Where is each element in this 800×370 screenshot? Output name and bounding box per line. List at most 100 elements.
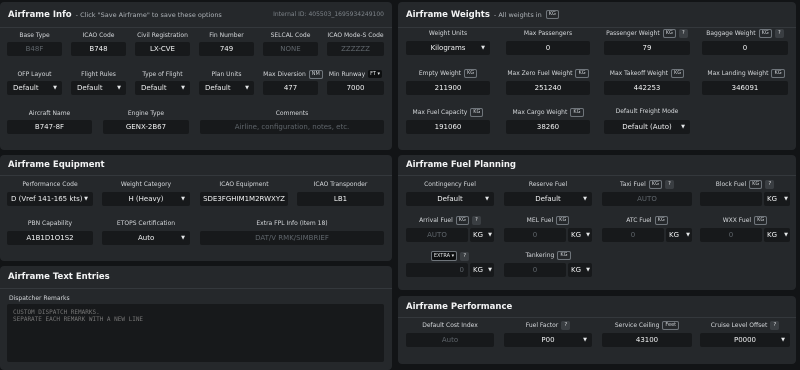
engine-type-field[interactable]: GENX-2B67 bbox=[103, 120, 189, 134]
mlw-field[interactable]: 346091 bbox=[702, 81, 788, 95]
passenger-weight-field[interactable]: 79 bbox=[604, 41, 690, 55]
kg-unit-tag: KG bbox=[575, 69, 589, 78]
max-diversion-field[interactable]: 477 bbox=[263, 81, 318, 95]
kg-unit-tag: KG bbox=[749, 180, 763, 189]
selcal-field[interactable]: NONE bbox=[263, 42, 318, 56]
panel-title: Airframe Weights bbox=[406, 9, 490, 20]
panel-title: Airframe Fuel Planning bbox=[406, 160, 516, 170]
mzfw-label: Max Zero Fuel Weight KG bbox=[502, 69, 594, 78]
chevron-down-icon: ▼ bbox=[586, 232, 590, 238]
wxx-label: WXX Fuel KG bbox=[700, 216, 790, 225]
atc-fuel-field[interactable]: 0 bbox=[602, 228, 664, 242]
kg-unit-tag: KG bbox=[654, 216, 668, 225]
mlw-label: Max Landing Weight KG bbox=[700, 69, 792, 78]
ofp-layout-select[interactable]: Default ▼ bbox=[7, 81, 62, 95]
chevron-down-icon: ▼ bbox=[181, 235, 185, 241]
help-icon[interactable]: ? bbox=[561, 321, 571, 330]
mel-unit-select[interactable]: KG ▼ bbox=[568, 228, 592, 242]
icao-transponder-field[interactable]: LB1 bbox=[297, 192, 384, 206]
min-runway-field[interactable]: 7000 bbox=[327, 81, 384, 95]
comments-field[interactable]: Airline, configuration, notes, etc. bbox=[200, 120, 384, 134]
base-type-field[interactable]: B48F bbox=[7, 42, 62, 56]
tankering-unit-select[interactable]: KG ▼ bbox=[568, 263, 592, 277]
flight-rules-select[interactable]: Default ▼ bbox=[71, 81, 126, 95]
chevron-down-icon: ▼ bbox=[485, 196, 489, 202]
passenger-weight-label: Passenger Weight KG? bbox=[604, 29, 690, 38]
ceiling-field[interactable]: 43100 bbox=[602, 333, 692, 347]
help-icon[interactable]: ? bbox=[664, 180, 674, 189]
taxi-fuel-field[interactable]: AUTO bbox=[602, 192, 692, 206]
atc-unit-select[interactable]: KG ▼ bbox=[666, 228, 692, 242]
baggage-weight-field[interactable]: 0 bbox=[702, 41, 788, 55]
type-of-flight-select[interactable]: Default ▼ bbox=[135, 81, 190, 95]
chevron-down-icon: ▼ bbox=[53, 85, 57, 91]
dispatcher-remarks-label: Dispatcher Remarks bbox=[9, 295, 70, 302]
kg-unit-tag: KG bbox=[556, 216, 570, 225]
mel-fuel-field[interactable]: 0 bbox=[504, 228, 566, 242]
arrival-fuel-field[interactable]: AUTO bbox=[406, 228, 468, 242]
mtow-field[interactable]: 442253 bbox=[604, 81, 690, 95]
wxx-unit-select[interactable]: KG ▼ bbox=[764, 228, 790, 242]
weight-units-select[interactable]: Kilograms ▼ bbox=[406, 41, 490, 55]
ceiling-label: Service Ceiling Feet bbox=[602, 321, 692, 330]
wxx-fuel-field[interactable]: 0 bbox=[700, 228, 762, 242]
base-type-label: Base Type bbox=[19, 32, 50, 39]
pbn-field[interactable]: A1B1D1O1S2 bbox=[7, 231, 93, 245]
kg-unit-tag: KG bbox=[754, 216, 768, 225]
plan-units-select[interactable]: Default ▼ bbox=[199, 81, 254, 95]
dispatcher-remarks-textarea[interactable] bbox=[7, 304, 384, 362]
chevron-down-icon: ▼ bbox=[481, 45, 485, 51]
help-icon[interactable]: ? bbox=[774, 29, 784, 38]
max-cargo-field[interactable]: 38260 bbox=[506, 120, 590, 134]
chevron-down-icon: ▼ bbox=[784, 196, 788, 202]
nm-unit-tag[interactable]: NM bbox=[308, 70, 323, 79]
weight-cat-select[interactable]: H (Heavy) ▼ bbox=[102, 192, 190, 206]
aircraft-name-field[interactable]: B747-8F bbox=[7, 120, 92, 134]
cost-index-field[interactable]: Auto bbox=[406, 333, 494, 347]
mzfw-field[interactable]: 251240 bbox=[506, 81, 590, 95]
extra-fpl-field[interactable]: DAT/V RMK/SIMBRIEF bbox=[200, 231, 384, 245]
max-fuel-field[interactable]: 191060 bbox=[406, 120, 490, 134]
help-icon[interactable]: ? bbox=[460, 251, 470, 261]
extra-unit-select[interactable]: KG ▼ bbox=[470, 263, 494, 277]
chevron-down-icon: ▼ bbox=[488, 232, 492, 238]
extra-type-select[interactable]: EXTRA ▾ bbox=[430, 251, 458, 261]
fin-number-field[interactable]: 749 bbox=[199, 42, 254, 56]
perf-code-select[interactable]: D (Vref 141-165 kts) ▼ bbox=[7, 192, 93, 206]
chevron-down-icon: ▼ bbox=[681, 124, 685, 130]
mode-s-field[interactable]: ZZZZZZ bbox=[327, 42, 384, 56]
empty-weight-field[interactable]: 211900 bbox=[406, 81, 490, 95]
panel-header: Airframe Performance bbox=[398, 296, 796, 318]
cruise-offset-select[interactable]: P0000 ▼ bbox=[700, 333, 790, 347]
contingency-select[interactable]: Default ▼ bbox=[406, 192, 494, 206]
chevron-down-icon: ▼ bbox=[784, 232, 788, 238]
max-diversion-label: Max Diversion NM bbox=[263, 70, 323, 79]
max-passengers-field[interactable]: 0 bbox=[506, 41, 590, 55]
civil-reg-field[interactable]: LX-CVE bbox=[135, 42, 190, 56]
icao-equip-label: ICAO Equipment bbox=[219, 181, 269, 188]
freight-mode-select[interactable]: Default (Auto) ▼ bbox=[604, 120, 690, 134]
etops-label: ETOPS Certification bbox=[116, 220, 176, 227]
etops-select[interactable]: Auto ▼ bbox=[102, 231, 190, 245]
reserve-select[interactable]: Default ▼ bbox=[504, 192, 592, 206]
icao-equip-field[interactable]: SDE3FGHIM1M2RWXYZ bbox=[200, 192, 288, 206]
chevron-down-icon: ▼ bbox=[181, 85, 185, 91]
ft-unit-select[interactable]: FT ▾ bbox=[368, 70, 383, 78]
ofp-layout-label: OFP Layout bbox=[17, 71, 52, 78]
max-cargo-label: Max Cargo Weight KG bbox=[502, 108, 594, 117]
kg-unit-tag: KG bbox=[671, 69, 685, 78]
help-icon[interactable]: ? bbox=[765, 180, 775, 189]
arrival-unit-select[interactable]: KG ▼ bbox=[470, 228, 494, 242]
extra-fuel-field[interactable]: 0 bbox=[406, 263, 468, 277]
tankering-field[interactable]: 0 bbox=[504, 263, 566, 277]
help-icon[interactable]: ? bbox=[471, 216, 481, 225]
block-fuel-field[interactable] bbox=[700, 192, 762, 206]
block-unit-select[interactable]: KG ▼ bbox=[764, 192, 790, 206]
chevron-down-icon: ▼ bbox=[583, 337, 587, 343]
help-icon[interactable]: ? bbox=[678, 29, 688, 38]
empty-weight-label: Empty Weight KG bbox=[406, 69, 490, 78]
icao-code-field[interactable]: B748 bbox=[71, 42, 126, 56]
fuel-factor-select[interactable]: P00 ▼ bbox=[504, 333, 592, 347]
engine-type-label: Engine Type bbox=[127, 110, 165, 117]
help-icon[interactable]: ? bbox=[770, 321, 780, 330]
